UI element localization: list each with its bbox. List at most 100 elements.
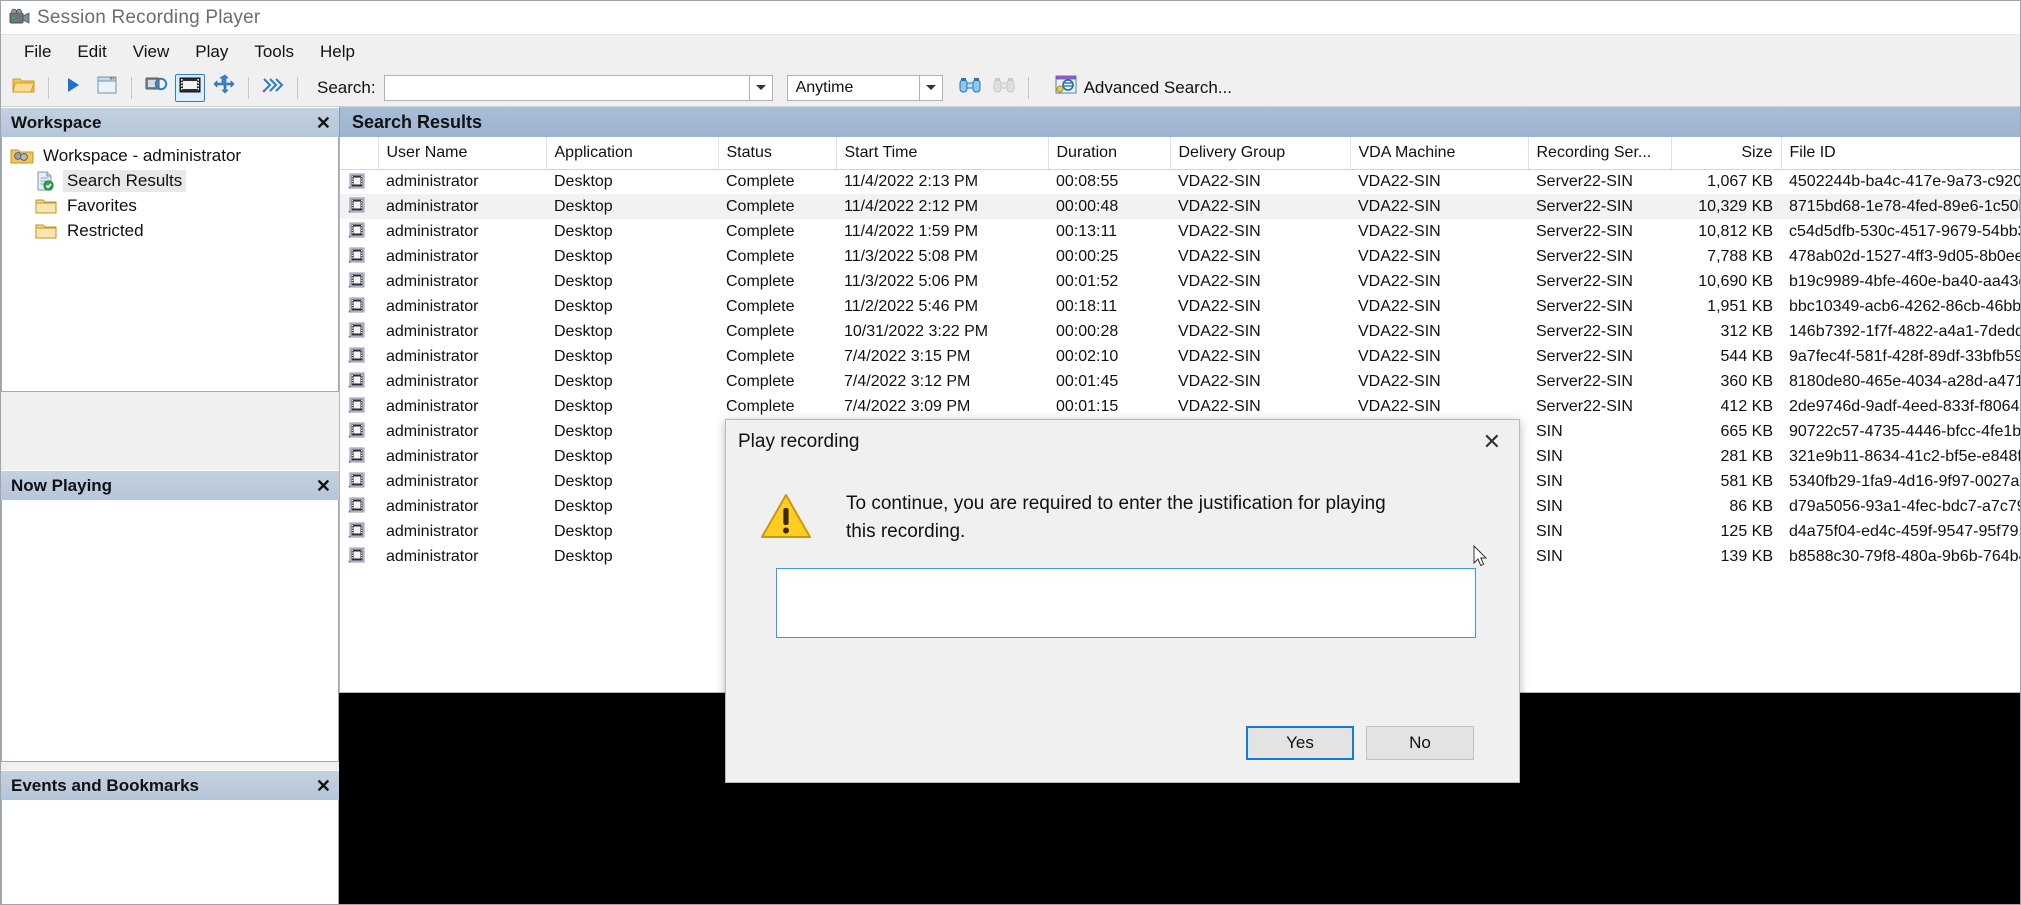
new-window-button[interactable] bbox=[92, 74, 122, 102]
table-row[interactable]: administratorDesktopComplete7/4/2022 3:0… bbox=[340, 394, 2021, 419]
cell-size: 412 KB bbox=[1671, 394, 1781, 419]
column-header-user-name[interactable]: User Name bbox=[378, 137, 546, 169]
cell-dg: VDA22-SIN bbox=[1170, 319, 1350, 344]
cell-size: 139 KB bbox=[1671, 544, 1781, 569]
recording-icon bbox=[340, 519, 378, 544]
now-playing-panel-title: Now Playing bbox=[11, 476, 112, 496]
cell-dur: 00:01:15 bbox=[1048, 394, 1170, 419]
workspace-panel-header: Workspace ✕ bbox=[1, 107, 339, 137]
table-row[interactable]: administratorDesktopComplete10/31/2022 3… bbox=[340, 319, 2021, 344]
cell-size: 10,690 KB bbox=[1671, 269, 1781, 294]
tree-item-workspace-root[interactable]: Workspace - administrator bbox=[8, 143, 338, 168]
cell-dur: 00:08:55 bbox=[1048, 169, 1170, 194]
cell-vda: VDA22-SIN bbox=[1350, 219, 1528, 244]
search-input[interactable] bbox=[384, 75, 749, 101]
cell-rs: SIN bbox=[1528, 519, 1671, 544]
cell-app: Desktop bbox=[546, 194, 718, 219]
cell-fid: 90722c57-4735-4446-bfcc-4fe1bae44d65 bbox=[1781, 419, 2021, 444]
cell-user: administrator bbox=[378, 494, 546, 519]
justification-input[interactable] bbox=[776, 568, 1476, 638]
close-icon[interactable]: ✕ bbox=[316, 114, 331, 132]
cell-size: 86 KB bbox=[1671, 494, 1781, 519]
now-playing-panel-header: Now Playing ✕ bbox=[1, 470, 339, 500]
workspace-panel: Workspace ✕ Workspace - administrator bbox=[1, 107, 339, 392]
menu-play[interactable]: Play bbox=[182, 38, 241, 66]
table-row[interactable]: administratorDesktopComplete7/4/2022 3:1… bbox=[340, 369, 2021, 394]
cell-status: Complete bbox=[718, 169, 836, 194]
recording-icon bbox=[340, 419, 378, 444]
column-header-vda-machine[interactable]: VDA Machine bbox=[1350, 137, 1528, 169]
cell-app: Desktop bbox=[546, 319, 718, 344]
recording-icon bbox=[340, 319, 378, 344]
column-header-size[interactable]: Size bbox=[1671, 137, 1781, 169]
menu-tools[interactable]: Tools bbox=[241, 38, 307, 66]
column-header-start-time[interactable]: Start Time bbox=[836, 137, 1048, 169]
live-session-button[interactable] bbox=[141, 74, 171, 102]
cell-vda: VDA22-SIN bbox=[1350, 169, 1528, 194]
pan-button[interactable] bbox=[209, 74, 239, 102]
workspace-folder-icon bbox=[10, 146, 34, 166]
time-filter-dropdown-button[interactable] bbox=[919, 75, 943, 101]
dialog-title-bar: Play recording ✕ bbox=[726, 420, 1519, 464]
cell-rs: SIN bbox=[1528, 544, 1671, 569]
cell-user: administrator bbox=[378, 194, 546, 219]
cell-status: Complete bbox=[718, 244, 836, 269]
cell-start: 7/4/2022 3:15 PM bbox=[836, 344, 1048, 369]
cell-size: 1,951 KB bbox=[1671, 294, 1781, 319]
play-button[interactable] bbox=[58, 74, 88, 102]
column-header-file-id[interactable]: File ID bbox=[1781, 137, 2021, 169]
time-filter-value[interactable]: Anytime bbox=[787, 75, 919, 101]
menu-help[interactable]: Help bbox=[307, 38, 368, 66]
advanced-search-button[interactable]: Advanced Search... bbox=[1044, 73, 1240, 102]
tree-item-search-results[interactable]: Search Results bbox=[8, 168, 338, 193]
cell-app: Desktop bbox=[546, 219, 718, 244]
tree-item-restricted[interactable]: Restricted bbox=[8, 218, 338, 243]
recording-icon bbox=[340, 544, 378, 569]
menu-view[interactable]: View bbox=[120, 38, 183, 66]
cell-dg: VDA22-SIN bbox=[1170, 294, 1350, 319]
column-header-delivery-group[interactable]: Delivery Group bbox=[1170, 137, 1350, 169]
recording-icon bbox=[340, 344, 378, 369]
tree-item-favorites[interactable]: Favorites bbox=[8, 193, 338, 218]
cell-vda: VDA22-SIN bbox=[1350, 294, 1528, 319]
film-strip-button[interactable] bbox=[175, 74, 205, 102]
close-icon[interactable]: ✕ bbox=[1479, 431, 1505, 453]
cell-status: Complete bbox=[718, 219, 836, 244]
cell-start: 11/3/2022 5:08 PM bbox=[836, 244, 1048, 269]
cell-user: administrator bbox=[378, 319, 546, 344]
menu-file[interactable]: File bbox=[11, 38, 64, 66]
table-row[interactable]: administratorDesktopComplete11/3/2022 5:… bbox=[340, 244, 2021, 269]
menu-bar: File Edit View Play Tools Help bbox=[1, 35, 2021, 69]
close-icon[interactable]: ✕ bbox=[316, 777, 331, 795]
search-dropdown-button[interactable] bbox=[749, 75, 773, 101]
column-header-application[interactable]: Application bbox=[546, 137, 718, 169]
search-results-icon bbox=[34, 171, 58, 191]
cell-fid: 321e9b11-8634-41c2-bf5e-e848f314aadf bbox=[1781, 444, 2021, 469]
column-header-duration[interactable]: Duration bbox=[1048, 137, 1170, 169]
cell-fid: d79a5056-93a1-4fec-bdc7-a7c79d6f4638 bbox=[1781, 494, 2021, 519]
close-icon[interactable]: ✕ bbox=[316, 477, 331, 495]
table-row[interactable]: administratorDesktopComplete11/4/2022 2:… bbox=[340, 169, 2021, 194]
table-row[interactable]: administratorDesktopComplete7/4/2022 3:1… bbox=[340, 344, 2021, 369]
yes-button[interactable]: Yes bbox=[1246, 726, 1354, 760]
menu-edit[interactable]: Edit bbox=[64, 38, 119, 66]
toolbar-separator bbox=[297, 77, 298, 99]
window-title: Session Recording Player bbox=[37, 7, 260, 29]
recording-icon bbox=[340, 169, 378, 194]
table-row[interactable]: administratorDesktopComplete11/4/2022 2:… bbox=[340, 194, 2021, 219]
no-button[interactable]: No bbox=[1366, 726, 1474, 760]
events-bookmarks-panel-title: Events and Bookmarks bbox=[11, 776, 199, 796]
search-go-button[interactable] bbox=[955, 74, 985, 102]
cell-user: administrator bbox=[378, 369, 546, 394]
open-folder-button[interactable] bbox=[9, 74, 39, 102]
column-header-recording-server[interactable]: Recording Ser... bbox=[1528, 137, 1671, 169]
column-header-status[interactable]: Status bbox=[718, 137, 836, 169]
column-header-icon[interactable] bbox=[340, 137, 378, 169]
table-row[interactable]: administratorDesktopComplete11/2/2022 5:… bbox=[340, 294, 2021, 319]
cell-size: 581 KB bbox=[1671, 469, 1781, 494]
table-row[interactable]: administratorDesktopComplete11/4/2022 1:… bbox=[340, 219, 2021, 244]
fast-forward-button[interactable] bbox=[258, 74, 288, 102]
table-row[interactable]: administratorDesktopComplete11/3/2022 5:… bbox=[340, 269, 2021, 294]
cell-dur: 00:00:48 bbox=[1048, 194, 1170, 219]
cell-rs: SIN bbox=[1528, 444, 1671, 469]
